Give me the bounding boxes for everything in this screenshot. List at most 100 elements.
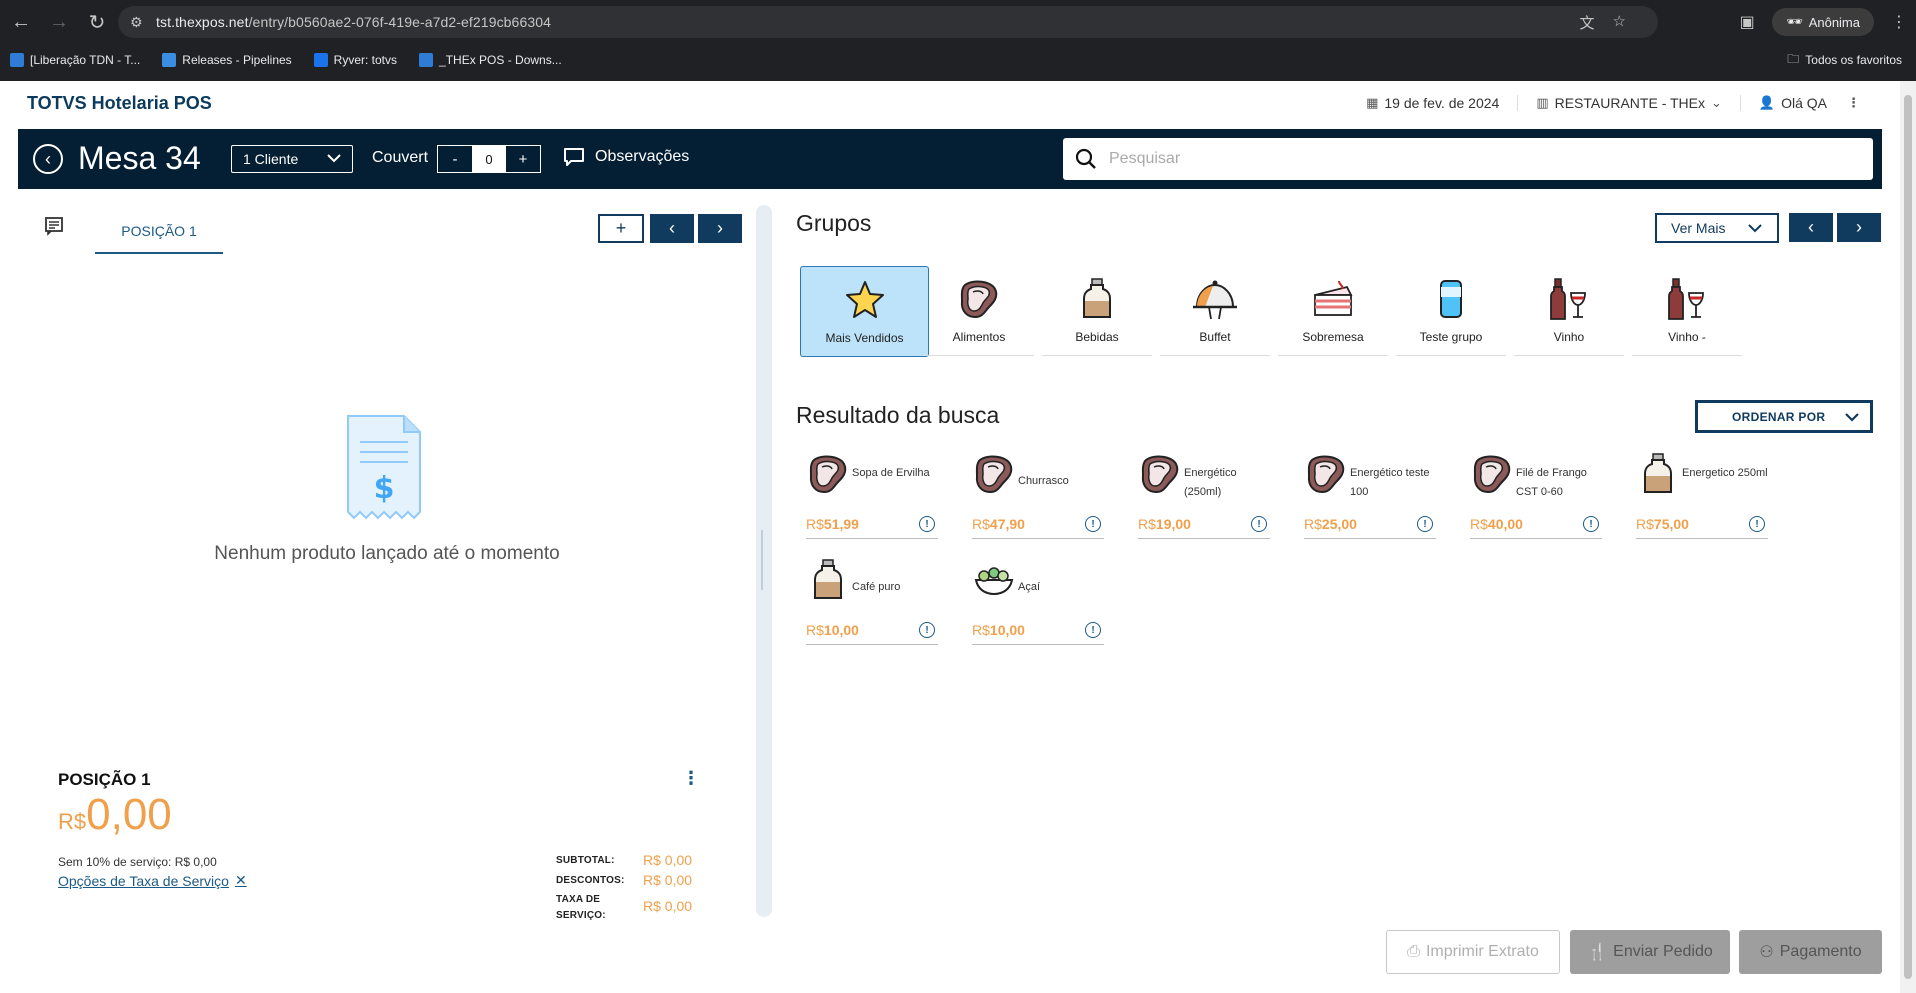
- browser-menu-icon[interactable]: ⋮: [1882, 5, 1916, 39]
- user-menu[interactable]: 👤 Olá QA ⋮: [1741, 95, 1860, 111]
- address-bar[interactable]: ⚙ tst.thexpos.net/entry/b0560ae2-076f-41…: [118, 6, 1658, 38]
- bookmark-item[interactable]: Ryver: totvs: [313, 53, 397, 67]
- product-divider: [1138, 538, 1270, 539]
- group-label: Teste grupo: [1419, 330, 1483, 344]
- observations-button[interactable]: Observações: [563, 147, 689, 167]
- product-name: Sopa de Ervilha: [852, 467, 930, 479]
- product-price-value: 10,00: [823, 622, 859, 638]
- see-more-button[interactable]: Ver Mais: [1655, 213, 1779, 243]
- group-alimentos[interactable]: Alimentos: [924, 266, 1034, 356]
- sort-by-button[interactable]: ORDENAR POR: [1695, 400, 1873, 433]
- taxa-label-line1: TAXA DE: [556, 894, 601, 905]
- product-price-value: 51,99: [823, 516, 859, 532]
- empty-message: Nenhum produto lançado até o momento: [214, 543, 560, 564]
- info-icon[interactable]: !: [1417, 516, 1433, 532]
- site-info-icon[interactable]: ⚙: [130, 14, 154, 31]
- group-sobremesa[interactable]: Sobremesa: [1278, 266, 1388, 356]
- restaurant-selector[interactable]: ▥ RESTAURANTE - THEx ⌄: [1518, 95, 1741, 111]
- groups-next-button[interactable]: ›: [1837, 213, 1881, 242]
- product-price: R$10,00: [972, 622, 1025, 638]
- page-scrollbar[interactable]: [1900, 81, 1916, 993]
- wine-icon: [1632, 266, 1742, 324]
- bookmark-item[interactable]: [Liberação TDN - T...: [10, 53, 140, 67]
- brand-title: TOTVS Hotelaria POS: [27, 93, 212, 113]
- bookmark-star-icon[interactable]: ☆: [1613, 12, 1626, 33]
- client-select[interactable]: 1 Cliente: [231, 145, 353, 173]
- back-arrow-icon[interactable]: ←: [4, 5, 38, 39]
- bookmark-item[interactable]: _THEx POS - Downs...: [419, 53, 562, 67]
- product-card[interactable]: Energético teste 100 R$25,00!: [1300, 452, 1436, 540]
- user-label: Olá QA: [1781, 95, 1827, 111]
- payment-icon: ⚇: [1759, 944, 1774, 961]
- next-position-button[interactable]: ›: [698, 214, 742, 243]
- building-icon: ▥: [1536, 95, 1549, 110]
- product-price-value: 19,00: [1155, 516, 1191, 532]
- reload-icon[interactable]: ↻: [80, 5, 114, 39]
- group-buffet[interactable]: Buffet: [1160, 266, 1270, 356]
- restaurant-label: RESTAURANTE - THEx: [1554, 95, 1705, 111]
- product-card[interactable]: Açaí R$10,00!: [968, 558, 1104, 646]
- kebab-menu-icon[interactable]: ⋮: [1847, 95, 1860, 111]
- info-icon[interactable]: !: [919, 622, 935, 638]
- info-icon[interactable]: !: [1583, 516, 1599, 532]
- product-card[interactable]: Energético (250ml) R$19,00!: [1134, 452, 1270, 540]
- search-input[interactable]: [1109, 150, 1849, 168]
- group-teste-grupo[interactable]: Teste grupo: [1396, 266, 1506, 356]
- info-icon[interactable]: !: [1085, 622, 1101, 638]
- groups-prev-button[interactable]: ‹: [1789, 213, 1833, 242]
- incognito-badge[interactable]: 🕶 Anônima: [1772, 8, 1874, 36]
- translate-icon[interactable]: 文: [1580, 12, 1595, 33]
- group-vinho[interactable]: Vinho: [1514, 266, 1624, 356]
- close-icon[interactable]: ✕: [235, 872, 247, 889]
- info-icon[interactable]: !: [1749, 516, 1765, 532]
- group-vinho[interactable]: Vinho -: [1632, 266, 1742, 356]
- position-kebab-icon[interactable]: ⋮: [682, 768, 700, 789]
- send-order-button[interactable]: 🍴 Enviar Pedido: [1570, 930, 1730, 974]
- couvert-minus-button[interactable]: -: [438, 146, 472, 172]
- browser-chrome: ← → ↻ ⚙ tst.thexpos.net/entry/b0560ae2-0…: [0, 0, 1916, 81]
- forward-arrow-icon[interactable]: →: [42, 5, 76, 39]
- product-card[interactable]: Café puro R$10,00!: [802, 558, 938, 646]
- product-divider: [972, 538, 1104, 539]
- product-name: Energético teste 100: [1350, 467, 1430, 498]
- notes-icon[interactable]: [44, 216, 64, 236]
- browser-toolbar: ← → ↻ ⚙ tst.thexpos.net/entry/b0560ae2-0…: [0, 0, 1916, 44]
- product-card[interactable]: Energetico 250ml R$75,00!: [1632, 452, 1768, 540]
- printer-icon: ⎙: [1407, 943, 1420, 960]
- address-url[interactable]: tst.thexpos.net/entry/b0560ae2-076f-419e…: [156, 14, 551, 30]
- panel-resize-handle[interactable]: [756, 205, 772, 917]
- steak-icon: [806, 452, 847, 496]
- add-position-button[interactable]: +: [598, 214, 644, 243]
- product-currency: R$: [806, 516, 824, 532]
- chevron-down-icon: ⌄: [1711, 95, 1722, 110]
- group-mais-vendidos[interactable]: Mais Vendidos: [800, 266, 929, 357]
- back-circle-icon[interactable]: ‹: [33, 144, 63, 174]
- print-statement-button[interactable]: ⎙ Imprimir Extrato: [1386, 930, 1560, 974]
- group-label: Vinho -: [1668, 330, 1706, 344]
- payment-button[interactable]: ⚇ Pagamento: [1739, 930, 1882, 974]
- info-icon[interactable]: !: [1085, 516, 1101, 532]
- bottle-icon: [1636, 452, 1676, 496]
- service-fee-options-link[interactable]: Opções de Taxa de Serviço ✕: [58, 872, 247, 889]
- steak-icon: [924, 266, 1034, 324]
- info-icon[interactable]: !: [919, 516, 935, 532]
- search-box: [1063, 138, 1873, 180]
- group-bebidas[interactable]: Bebidas: [1042, 266, 1152, 356]
- couvert-value[interactable]: 0: [472, 146, 506, 172]
- couvert-plus-button[interactable]: +: [506, 146, 540, 172]
- all-bookmarks[interactable]: 🗀 Todos os favoritos: [1787, 46, 1902, 74]
- product-card[interactable]: Churrasco R$47,90!: [968, 452, 1104, 540]
- sort-by-label: ORDENAR POR: [1732, 409, 1826, 424]
- position-total: R$0,00: [58, 790, 172, 840]
- product-card[interactable]: Filé de Frango CST 0-60 R$40,00!: [1466, 452, 1602, 540]
- taxa-label-line2: SERVIÇO:: [556, 910, 606, 921]
- side-panel-icon[interactable]: ▣: [1730, 5, 1764, 39]
- cloche-icon: [1160, 266, 1270, 324]
- chevron-left-icon: ‹: [1808, 217, 1814, 237]
- prev-position-button[interactable]: ‹: [650, 214, 694, 243]
- product-card[interactable]: Sopa de Ervilha R$51,99!: [802, 452, 938, 540]
- tab-position-1[interactable]: POSIÇÃO 1: [95, 210, 223, 254]
- info-icon[interactable]: !: [1251, 516, 1267, 532]
- bookmark-favicon-icon: [419, 53, 434, 67]
- bookmark-item[interactable]: Releases - Pipelines: [162, 53, 292, 67]
